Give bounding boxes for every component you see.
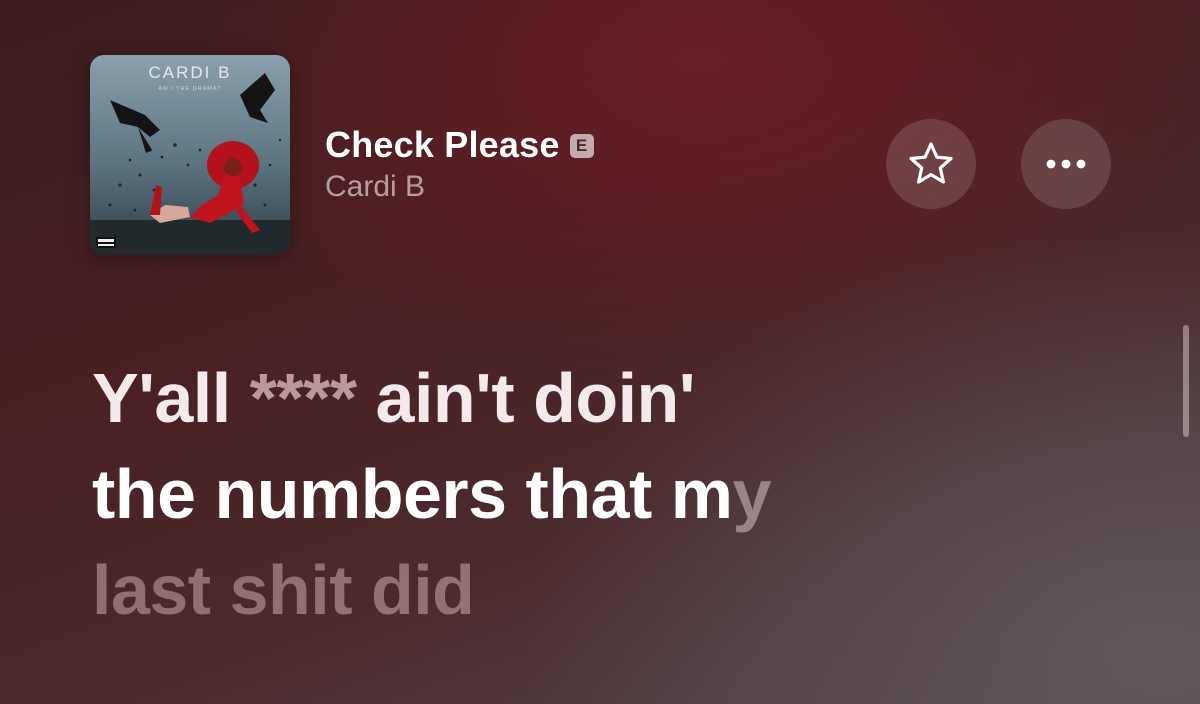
scrollbar[interactable] — [1183, 325, 1189, 437]
lyric-segment-unsung: y — [732, 455, 772, 533]
album-cover-image: CARDI B AM I THE DRAMA? — [90, 55, 290, 255]
album-artwork[interactable]: CARDI B AM I THE DRAMA? — [90, 55, 290, 255]
lyric-segment-sung: the numbers that m — [92, 455, 733, 533]
more-options-button[interactable] — [1021, 119, 1111, 209]
favorite-button[interactable] — [886, 119, 976, 209]
title-row: Check Please E — [325, 124, 594, 166]
explicit-badge: E — [569, 134, 594, 158]
track-title[interactable]: Check Please — [325, 124, 560, 166]
lyric-line-next[interactable]: last shit did — [92, 542, 771, 638]
track-artist[interactable]: Cardi B — [325, 170, 594, 204]
track-info: Check Please E Cardi B — [325, 124, 594, 204]
more-icon — [1046, 159, 1086, 169]
lyric-segment: Y'all — [92, 359, 231, 437]
album-artist-text: CARDI B — [149, 63, 232, 82]
lyrics-view[interactable]: Y'all **** ain't doin' the numbers that … — [92, 350, 771, 638]
lyric-segment: **** — [230, 359, 376, 437]
lyric-line-current[interactable]: the numbers that my — [92, 446, 771, 542]
lyric-line-previous[interactable]: Y'all **** ain't doin' — [92, 350, 771, 446]
album-title-text: AM I THE DRAMA? — [158, 86, 221, 92]
lyric-segment: ain't doin' — [375, 359, 696, 437]
star-icon — [909, 142, 953, 184]
